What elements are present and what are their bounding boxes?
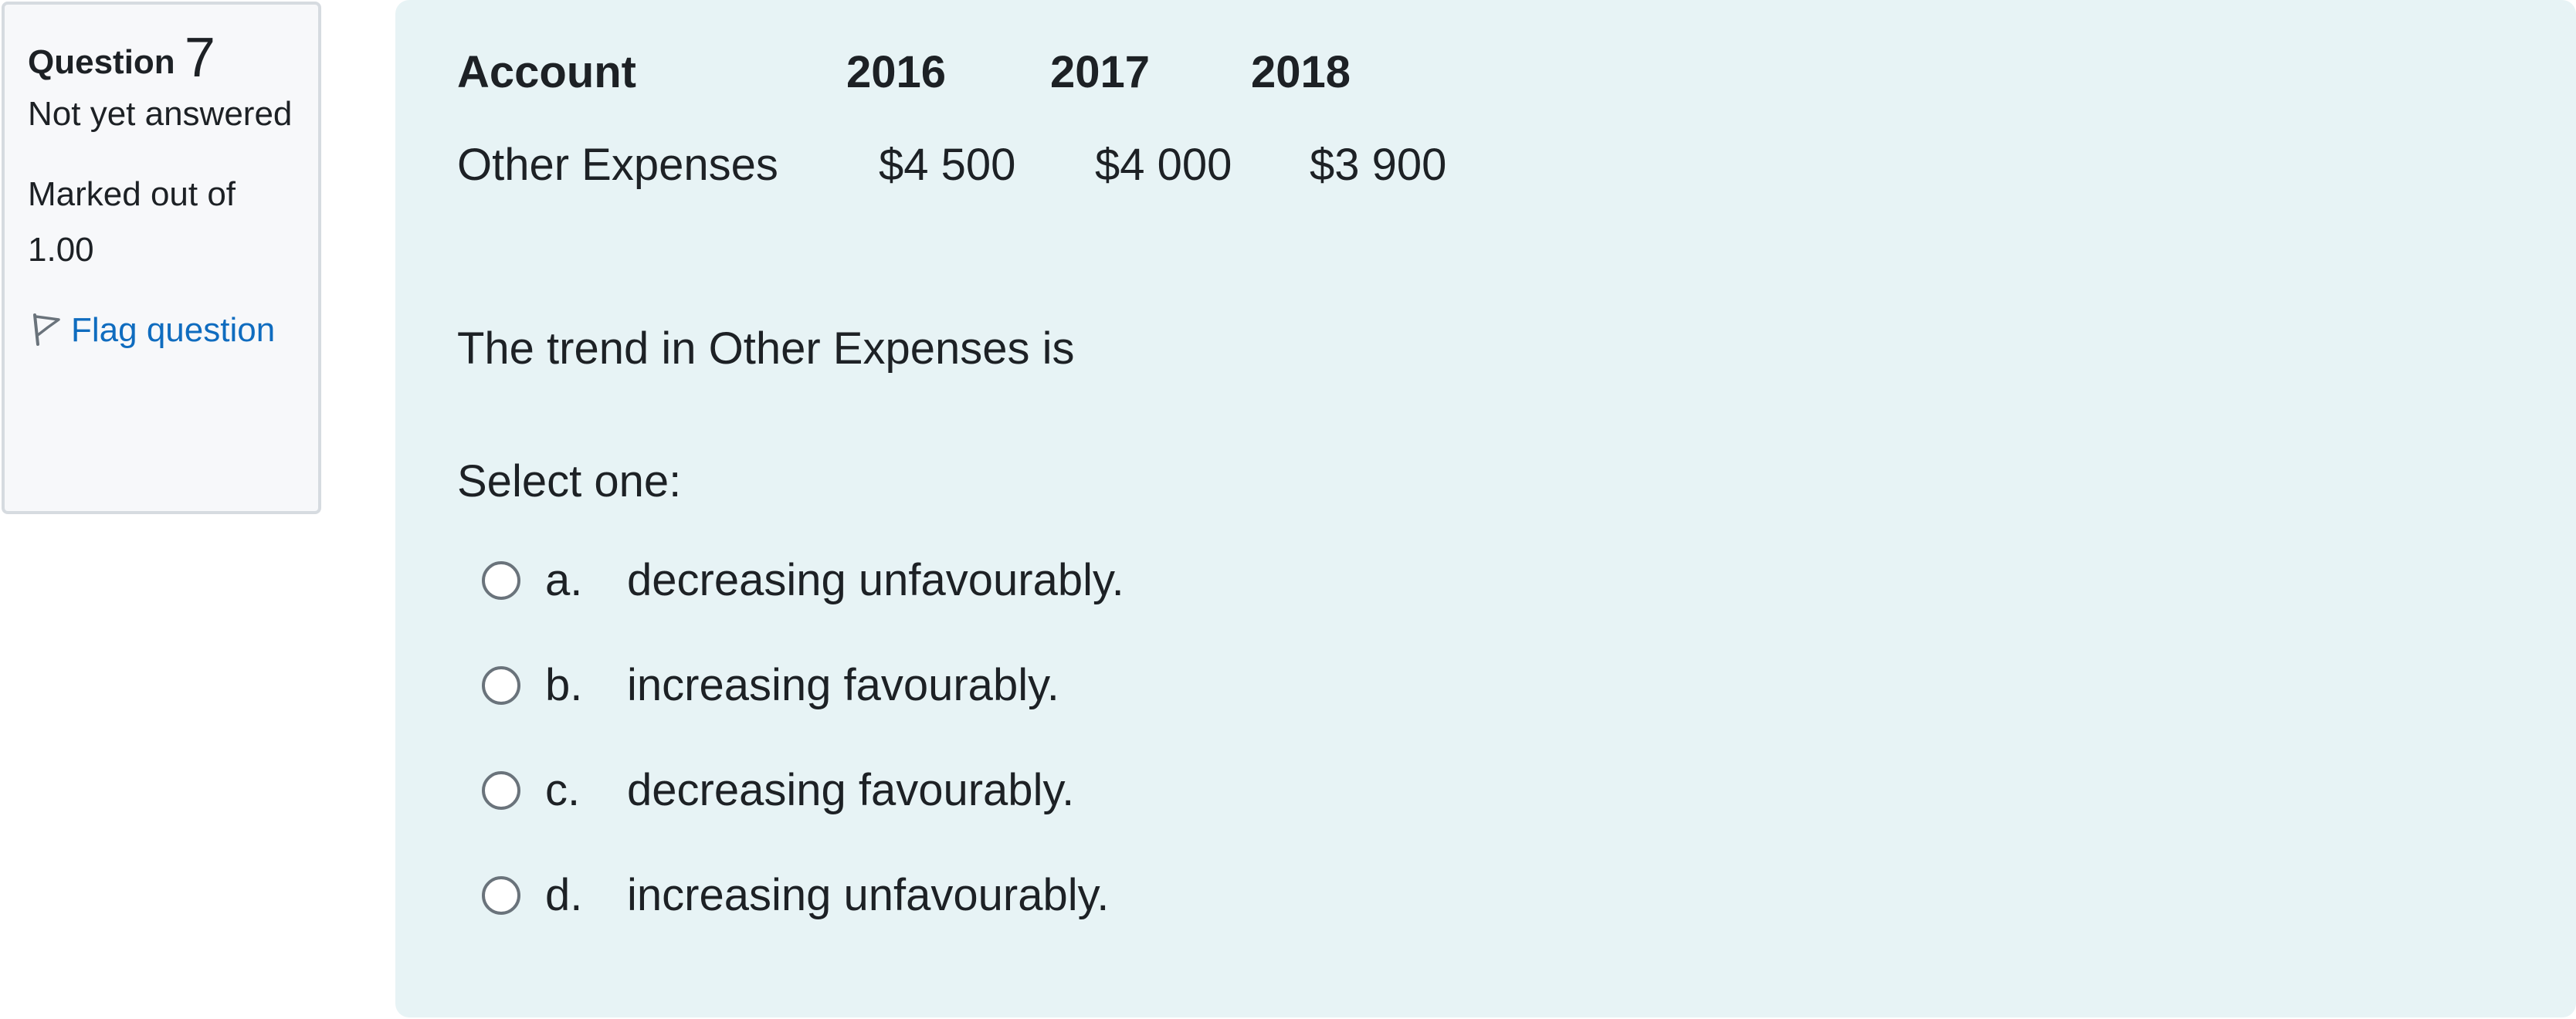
answer-text[interactable]: increasing unfavourably. bbox=[627, 865, 1109, 926]
radio-button[interactable] bbox=[482, 561, 520, 600]
radio-button[interactable] bbox=[482, 771, 520, 810]
select-one-prompt: Select one: bbox=[457, 456, 682, 506]
answer-letter: c. bbox=[545, 765, 581, 815]
answer-text[interactable]: decreasing favourably. bbox=[627, 760, 1074, 821]
table-header-cell: 2018 bbox=[1251, 47, 1351, 97]
table-cell: $4 000 bbox=[1095, 140, 1232, 190]
answer-text[interactable]: increasing favourably. bbox=[627, 655, 1059, 716]
table-header-cell: 2016 bbox=[846, 47, 947, 97]
question-text: The trend in Other Expenses is bbox=[457, 323, 1075, 374]
radio-button[interactable] bbox=[482, 666, 520, 705]
flag-question-link[interactable]: Flag question bbox=[28, 303, 295, 358]
question-label: Question bbox=[28, 43, 175, 81]
flag-question-label: Flag question bbox=[71, 311, 276, 349]
answer-text[interactable]: decreasing unfavourably. bbox=[627, 550, 1124, 611]
table-header-cell: 2017 bbox=[1050, 47, 1151, 97]
answer-letter: b. bbox=[545, 660, 583, 710]
question-info-panel: Question 7 Not yet answered Marked out o… bbox=[2, 2, 321, 514]
question-number-heading: Question 7 bbox=[28, 30, 295, 86]
answer-letter: d. bbox=[545, 870, 583, 920]
question-state: Not yet answered bbox=[28, 95, 293, 133]
question-grade: Marked out of 1.00 bbox=[28, 175, 236, 269]
table-cell: $3 900 bbox=[1310, 140, 1447, 190]
answer-letter: a. bbox=[545, 555, 583, 605]
table-header-cell: Account bbox=[457, 47, 636, 97]
question-number: 7 bbox=[184, 27, 215, 89]
radio-button[interactable] bbox=[482, 876, 520, 915]
table-cell: $4 500 bbox=[879, 140, 1016, 190]
table-cell: Other Expenses bbox=[457, 140, 778, 190]
question-content: Account 2016 2017 2018 Other Expenses $4… bbox=[395, 0, 2576, 1017]
flag-icon bbox=[28, 309, 65, 346]
